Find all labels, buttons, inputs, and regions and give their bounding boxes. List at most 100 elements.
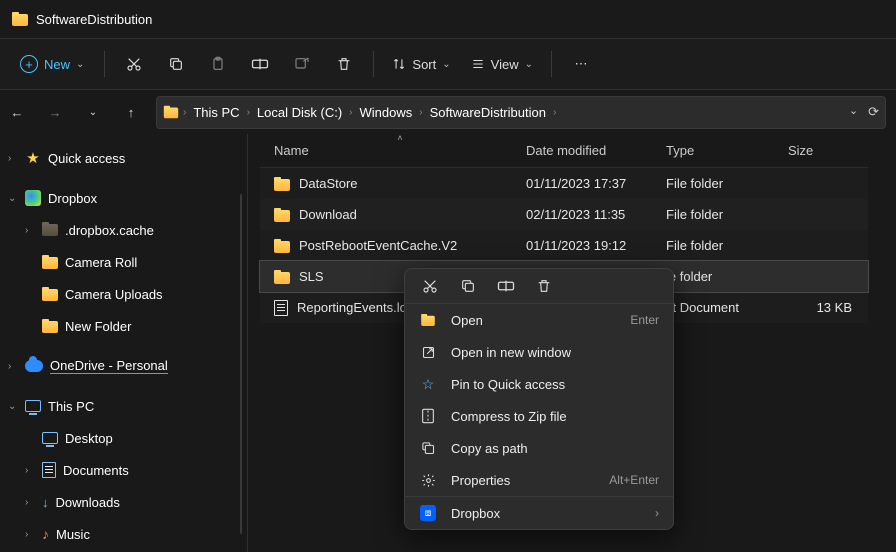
file-name: DataStore [299, 176, 358, 191]
chevron-right-icon: › [25, 529, 35, 540]
chevron-right-icon: › [417, 107, 424, 118]
crumb-windows[interactable]: Windows [357, 103, 416, 122]
view-label: View [491, 57, 519, 72]
chevron-right-icon: › [8, 361, 18, 372]
star-outline-icon: ☆ [419, 376, 437, 393]
toolbar: + New ⌄ Sort ⌄ View ⌄ ⋯ [0, 38, 896, 90]
file-type: le folder [666, 269, 788, 284]
separator [551, 51, 552, 77]
crumb-this-pc[interactable]: This PC [190, 103, 242, 122]
column-name[interactable]: Name˄ [274, 143, 526, 158]
nav-onedrive[interactable]: ›OneDrive - Personal [0, 350, 247, 382]
file-name: SLS [299, 269, 324, 284]
view-button[interactable]: View ⌄ [463, 45, 541, 83]
title-bar: SoftwareDistribution [0, 0, 896, 38]
file-row[interactable]: DataStore01/11/2023 17:37File folder [260, 168, 868, 199]
crumb-softwaredistribution[interactable]: SoftwareDistribution [427, 103, 549, 122]
nav-desktop[interactable]: Desktop [0, 422, 247, 454]
address-bar[interactable]: › This PC › Local Disk (C:) › Windows › … [156, 96, 886, 129]
delete-button[interactable] [325, 45, 363, 83]
more-button[interactable]: ⋯ [562, 45, 600, 83]
nav-music[interactable]: ›♪Music [0, 518, 247, 550]
forward-button[interactable]: → [42, 99, 68, 125]
file-type: File folder [666, 238, 788, 253]
recent-locations[interactable]: ⌄ [80, 99, 106, 125]
chevron-right-icon: › [25, 465, 35, 476]
paste-button[interactable] [199, 45, 237, 83]
separator [104, 51, 105, 77]
nav-camera-uploads[interactable]: Camera Uploads [0, 278, 247, 310]
dropbox-icon: ⧈ [420, 505, 436, 521]
dropbox-icon [25, 190, 41, 206]
nav-camera-roll[interactable]: Camera Roll [0, 246, 247, 278]
zip-icon [419, 408, 437, 424]
file-name: ReportingEvents.log [297, 300, 414, 315]
ctx-copy-path[interactable]: Copy as path [405, 432, 673, 464]
folder-icon [42, 255, 58, 269]
folder-icon [274, 270, 290, 284]
ctx-open[interactable]: OpenEnter [405, 304, 673, 336]
ctx-compress-zip[interactable]: Compress to Zip file [405, 400, 673, 432]
new-button[interactable]: + New ⌄ [10, 45, 94, 83]
file-name: Download [299, 207, 357, 222]
file-date: 01/11/2023 19:12 [526, 238, 666, 253]
rename-button[interactable] [241, 45, 279, 83]
ctx-pin-quick-access[interactable]: ☆Pin to Quick access [405, 368, 673, 400]
chevron-right-icon: › [25, 225, 35, 236]
chevron-down-icon: ⌄ [525, 59, 533, 70]
music-icon: ♪ [42, 526, 49, 542]
nav-downloads[interactable]: ›↓Downloads [0, 486, 247, 518]
column-size[interactable]: Size [788, 143, 858, 158]
sort-icon [392, 57, 406, 71]
column-headers: Name˄ Date modified Type Size [260, 134, 868, 168]
chevron-down-icon: ⌄ [76, 59, 84, 70]
share-button[interactable] [283, 45, 321, 83]
column-type[interactable]: Type [666, 143, 788, 158]
nav-new-folder[interactable]: New Folder [0, 310, 247, 342]
cut-button[interactable] [115, 45, 153, 83]
ctx-open-new-window[interactable]: Open in new window [405, 336, 673, 368]
folder-icon [42, 319, 58, 333]
folder-icon [274, 239, 290, 253]
plus-circle-icon: + [20, 55, 38, 73]
folder-icon [12, 12, 28, 26]
back-button[interactable]: ← [4, 99, 30, 125]
new-label: New [44, 57, 70, 72]
crumb-local-disk[interactable]: Local Disk (C:) [254, 103, 345, 122]
copy-button[interactable] [157, 45, 195, 83]
up-button[interactable]: ↑ [118, 99, 144, 125]
nav-quick-access[interactable]: ›★Quick access [0, 142, 247, 174]
document-icon [274, 300, 288, 316]
chevron-down-icon[interactable]: ⌄ [849, 104, 858, 120]
sort-button[interactable]: Sort ⌄ [384, 45, 458, 83]
copy-button[interactable] [459, 278, 477, 294]
file-name: PostRebootEventCache.V2 [299, 238, 457, 253]
copy-path-icon [419, 441, 437, 456]
document-icon [42, 462, 56, 478]
nav-dropbox[interactable]: ⌄Dropbox [0, 182, 247, 214]
separator [373, 51, 374, 77]
cut-button[interactable] [421, 278, 439, 294]
file-size: 13 KB [788, 300, 858, 315]
nav-this-pc[interactable]: ⌄This PC [0, 390, 247, 422]
file-type: File folder [666, 176, 788, 191]
delete-button[interactable] [535, 278, 553, 294]
star-icon: ★ [25, 150, 41, 166]
chevron-right-icon: › [551, 107, 558, 118]
context-menu: OpenEnter Open in new window ☆Pin to Qui… [404, 268, 674, 530]
refresh-button[interactable]: ⟳ [868, 104, 879, 120]
window-icon [419, 345, 437, 360]
file-type: File folder [666, 207, 788, 222]
ctx-dropbox[interactable]: ⧈Dropbox› [405, 497, 673, 529]
rename-button[interactable] [497, 278, 515, 294]
file-row[interactable]: PostRebootEventCache.V2 01/11/2023 19:12F… [260, 230, 868, 261]
nav-dropbox-cache[interactable]: ›.dropbox.cache [0, 214, 247, 246]
chevron-down-icon: ⌄ [442, 59, 450, 70]
chevron-right-icon: › [347, 107, 354, 118]
nav-documents[interactable]: ›Documents [0, 454, 247, 486]
ctx-properties[interactable]: PropertiesAlt+Enter [405, 464, 673, 496]
window-title: SoftwareDistribution [36, 12, 152, 27]
column-date[interactable]: Date modified [526, 143, 666, 158]
sort-asc-icon: ˄ [397, 134, 402, 143]
file-row[interactable]: Download02/11/2023 11:35File folder [260, 199, 868, 230]
